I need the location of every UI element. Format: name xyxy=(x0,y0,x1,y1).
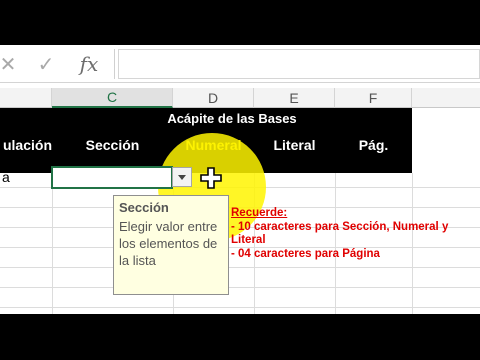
column-header-f[interactable]: F xyxy=(335,88,412,108)
insert-function-icon[interactable]: fx xyxy=(74,51,104,77)
header-cell-seccion: Sección xyxy=(85,137,140,153)
letterbox-top xyxy=(0,0,480,45)
banner-title: Acápite de las Bases xyxy=(167,111,297,126)
input-message-tooltip: Sección Elegir valor entre los elementos… xyxy=(113,195,229,295)
note-line: - 10 caracteres para Sección, Numeral y … xyxy=(231,220,449,247)
column-header-e[interactable]: E xyxy=(254,88,335,108)
cancel-icon[interactable]: ✕ xyxy=(0,51,20,77)
active-cell-c[interactable] xyxy=(51,166,173,189)
header-cell-partial: ulación xyxy=(2,137,52,153)
tooltip-body: Elegir valor entre los elementos de la l… xyxy=(119,219,218,268)
cell-b-value[interactable]: a xyxy=(2,169,10,185)
column-header-g[interactable] xyxy=(412,88,480,108)
tooltip-title: Sección xyxy=(119,200,169,215)
column-header-d[interactable]: D xyxy=(173,88,254,108)
dropdown-arrow-icon[interactable] xyxy=(172,167,192,187)
grid-row[interactable] xyxy=(0,268,480,288)
enter-icon[interactable]: ✓ xyxy=(34,51,58,77)
spreadsheet-window: ✕ ✓ fx C D E F Acápite de las Bases ulac… xyxy=(0,45,480,314)
reminder-note: Recuerde: - 10 caracteres para Sección, … xyxy=(231,207,471,261)
note-title: Recuerde: xyxy=(231,207,288,219)
column-header-b[interactable] xyxy=(0,88,52,108)
note-line: - 04 caracteres para Página xyxy=(231,247,380,260)
grid-row[interactable] xyxy=(0,288,480,308)
formula-bar-divider xyxy=(114,49,115,79)
plus-cursor-icon xyxy=(200,167,222,189)
formula-bar: ✕ ✓ fx xyxy=(0,45,480,83)
column-header-c[interactable]: C xyxy=(52,88,173,108)
formula-input[interactable] xyxy=(118,49,480,79)
header-cell-literal: Literal xyxy=(273,137,316,153)
letterbox-bottom xyxy=(0,314,480,360)
grid-line xyxy=(52,173,53,314)
header-cell-pag: Pág. xyxy=(358,137,389,153)
